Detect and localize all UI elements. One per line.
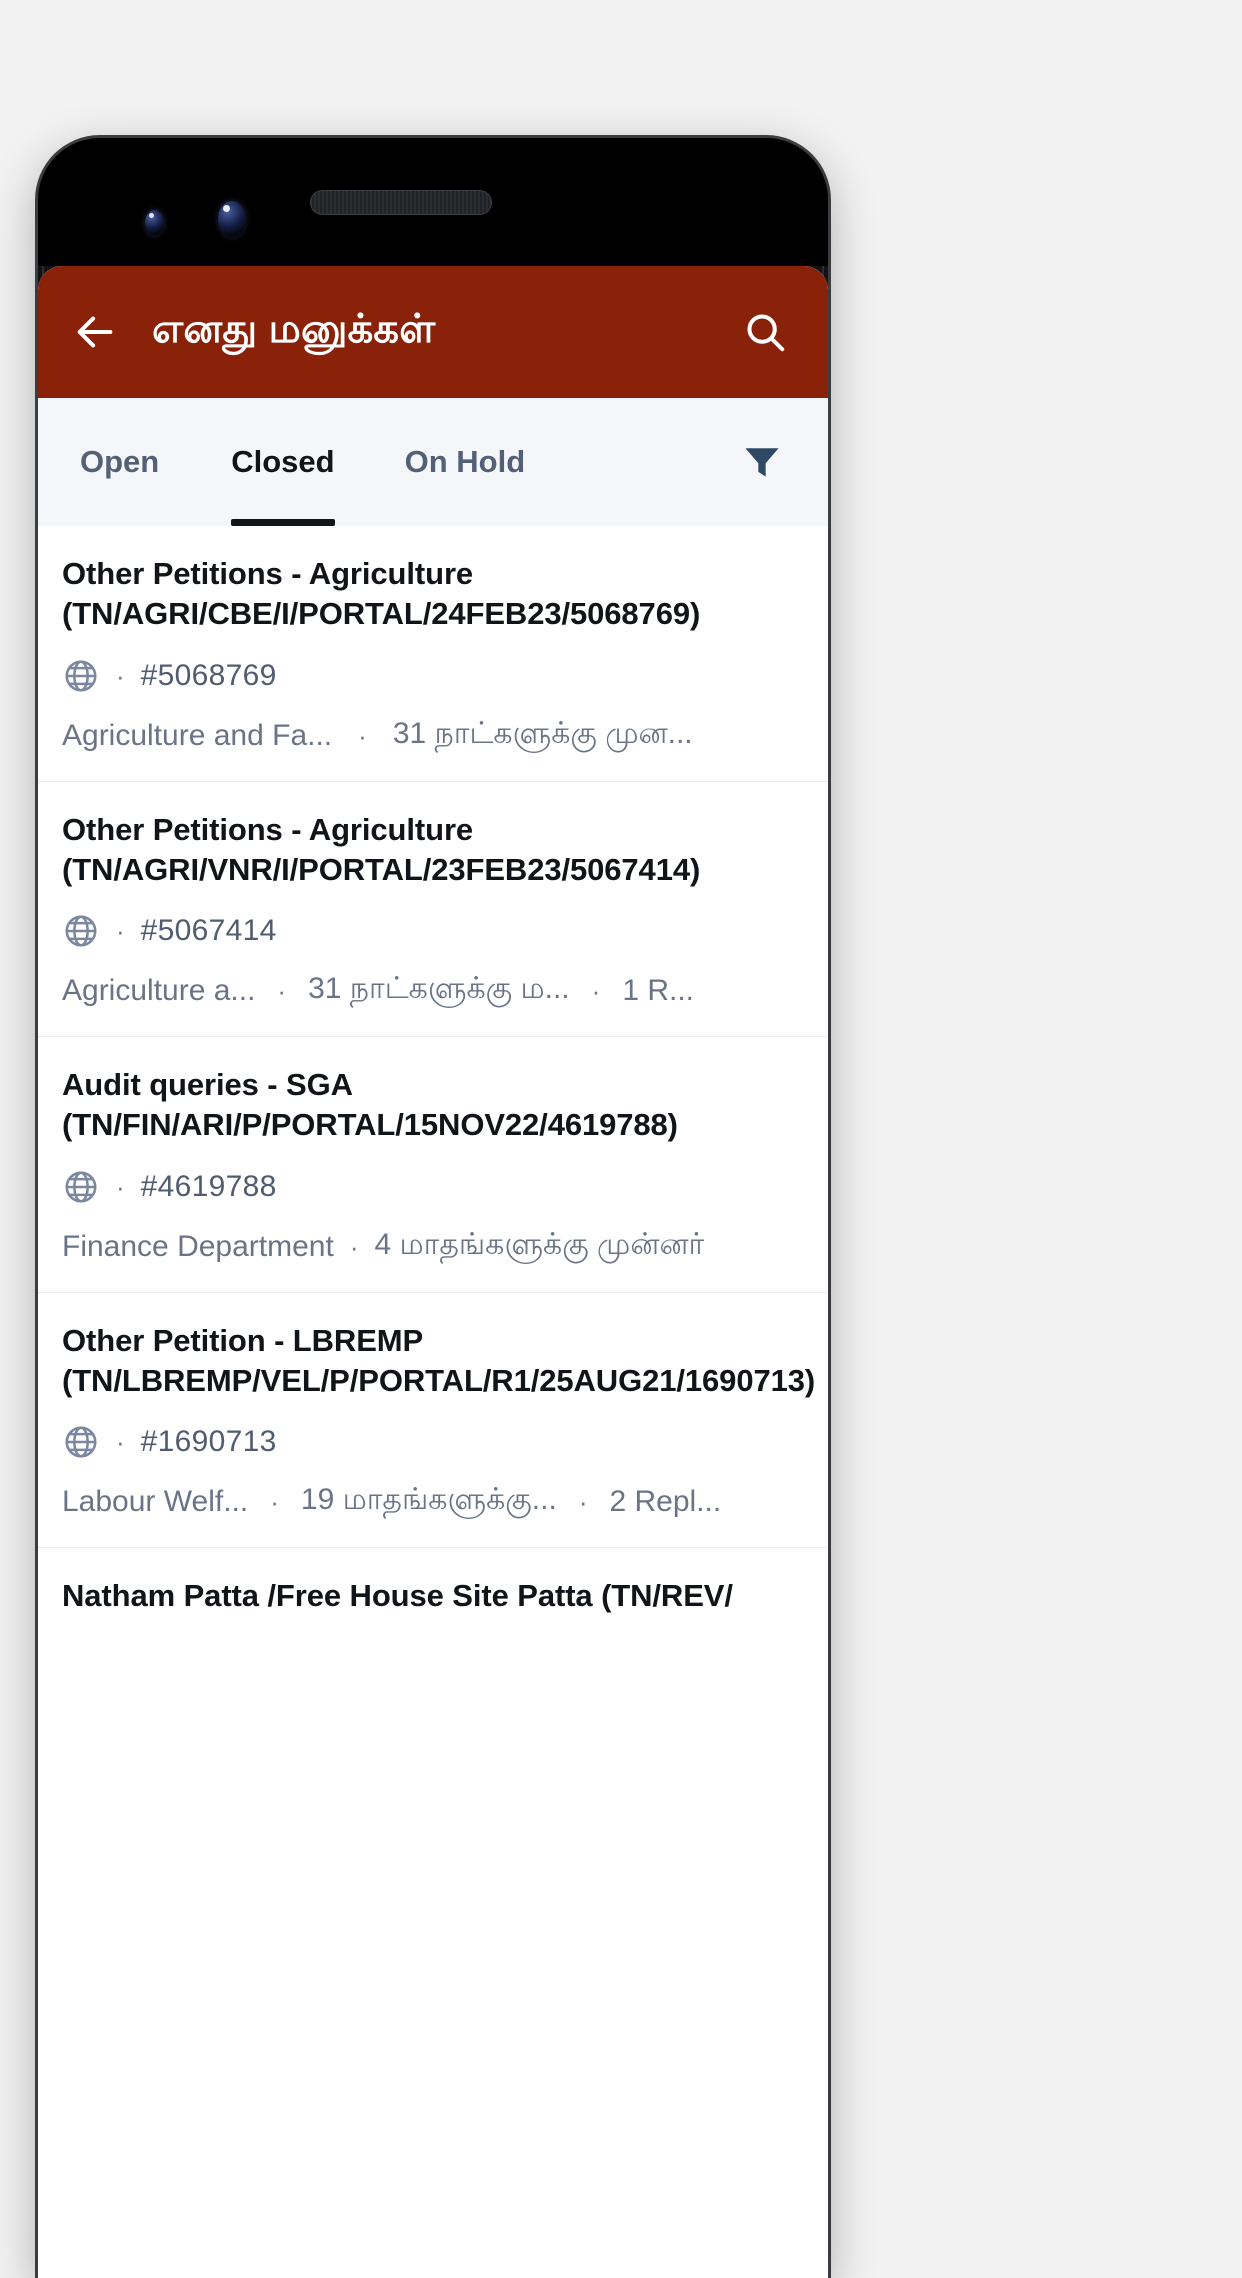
petition-department: Agriculture and Fa... xyxy=(62,718,333,752)
petition-department: Labour Welf... xyxy=(62,1485,249,1519)
device-notch-area xyxy=(38,138,828,266)
filter-funnel-icon xyxy=(745,448,779,477)
front-camera-primary-icon xyxy=(218,201,246,237)
petition-title: Audit queries - SGA (TN/FIN/ARI/P/PORTAL… xyxy=(62,1067,678,1143)
separator-dot: · xyxy=(358,720,367,751)
petition-subinfo: Finance Department · 4 மாதங்களுக்கு முன்… xyxy=(62,1228,804,1266)
app-bar: எனது மனுக்கள் xyxy=(38,266,828,398)
petition-subinfo: Labour Welf... · 19 மாதங்களுக்கு... · 2 … xyxy=(62,1483,804,1521)
petition-title: Natham Patta /Free House Site Patta (TN/… xyxy=(62,1578,733,1614)
tab-bar: Open Closed On Hold xyxy=(38,398,828,526)
separator-dot: · xyxy=(270,1487,279,1518)
phone-device-frame: எனது மனுக்கள் Open Closed On Hold Other … xyxy=(38,138,828,2278)
globe-icon xyxy=(65,1426,97,1458)
list-item[interactable]: Other Petition - LBREMP (TN/LBREMP/VEL/P… xyxy=(38,1293,828,1549)
tab-closed[interactable]: Closed xyxy=(221,398,344,526)
petition-subinfo: Agriculture a... · 31 நாட்களுக்கு ம... ·… xyxy=(62,972,804,1010)
list-item[interactable]: Audit queries - SGA (TN/FIN/ARI/P/PORTAL… xyxy=(38,1037,828,1293)
separator-dot: · xyxy=(277,976,287,1007)
petition-meta: · #5068769 xyxy=(62,657,804,695)
globe-icon xyxy=(65,915,97,947)
petition-age: 31 நாட்களுக்கு முன... xyxy=(392,716,693,750)
petition-id: #4619788 xyxy=(140,1169,277,1203)
petition-title: Other Petition - LBREMP (TN/LBREMP/VEL/P… xyxy=(62,1322,816,1399)
tab-on-hold-label: On Hold xyxy=(404,444,526,479)
separator-dot: · xyxy=(116,1171,125,1202)
petition-title: Other Petitions - Agriculture (TN/AGRI/C… xyxy=(62,556,701,632)
petition-age: 4 மாதங்களுக்கு முன்னர் xyxy=(374,1227,705,1261)
arrow-left-icon xyxy=(77,316,113,348)
globe-icon xyxy=(65,1171,97,1203)
list-item[interactable]: Other Petitions - Agriculture (TN/AGRI/V… xyxy=(38,782,828,1038)
list-item[interactable]: Natham Patta /Free House Site Patta (TN/… xyxy=(38,1548,828,1642)
petition-id: #5067414 xyxy=(140,914,277,948)
petition-age: 31 நாட்களுக்கு ம... xyxy=(308,972,570,1006)
petition-department: Agriculture a... xyxy=(62,974,256,1008)
back-button[interactable] xyxy=(66,303,124,361)
app-screen: எனது மனுக்கள் Open Closed On Hold Other … xyxy=(38,266,828,2278)
petition-meta: · #5067414 xyxy=(62,912,804,950)
search-button[interactable] xyxy=(736,303,794,361)
separator-dot: · xyxy=(578,1487,588,1518)
petition-age: 19 மாதங்களுக்கு... xyxy=(300,1483,557,1517)
tab-closed-label: Closed xyxy=(231,444,335,479)
filter-button[interactable] xyxy=(732,398,792,526)
petition-meta: · #4619788 xyxy=(62,1168,804,1206)
petition-subinfo: Agriculture and Fa... · 31 நாட்களுக்கு ம… xyxy=(62,717,804,755)
petition-id: #5068769 xyxy=(140,658,277,692)
search-icon xyxy=(747,314,785,352)
separator-dot: · xyxy=(349,1231,359,1262)
earpiece-speaker xyxy=(310,190,492,215)
page-title: எனது மனுக்கள் xyxy=(152,307,436,351)
separator-dot: · xyxy=(591,976,601,1007)
separator-dot: · xyxy=(116,916,125,947)
petition-replies: 2 Repl... xyxy=(609,1485,722,1519)
tab-on-hold[interactable]: On Hold xyxy=(395,398,536,526)
tab-indicator xyxy=(231,519,335,526)
petition-list: Other Petitions - Agriculture (TN/AGRI/C… xyxy=(38,526,828,1643)
petition-title: Other Petitions - Agriculture (TN/AGRI/V… xyxy=(62,811,701,887)
petition-id: #1690713 xyxy=(140,1425,277,1459)
tab-open[interactable]: Open xyxy=(70,398,169,526)
globe-icon xyxy=(65,660,97,692)
front-camera-secondary-icon xyxy=(145,210,164,235)
tab-open-label: Open xyxy=(80,444,160,479)
petition-replies: 1 R... xyxy=(622,974,695,1008)
petition-department: Finance Department xyxy=(62,1229,334,1263)
separator-dot: · xyxy=(116,660,125,691)
list-item[interactable]: Other Petitions - Agriculture (TN/AGRI/C… xyxy=(38,526,828,782)
petition-meta: · #1690713 xyxy=(62,1423,804,1461)
separator-dot: · xyxy=(116,1427,125,1458)
